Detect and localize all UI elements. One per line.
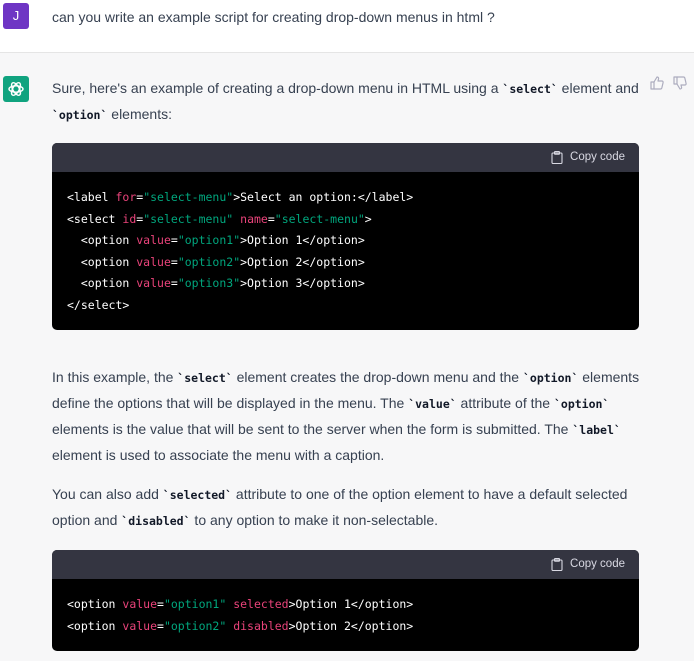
inline-code: `label` bbox=[572, 423, 621, 437]
thumbs-down-icon[interactable] bbox=[673, 76, 687, 95]
thumbs-up-icon[interactable] bbox=[650, 76, 664, 95]
code-block: Copy code <option value="option1" select… bbox=[52, 550, 639, 651]
code-line: <label for="select-menu">Select an optio… bbox=[67, 190, 414, 204]
text: element and bbox=[557, 80, 639, 96]
text: attribute of the bbox=[456, 395, 554, 411]
text: You can also add bbox=[52, 486, 163, 502]
text: elements: bbox=[107, 106, 172, 122]
code-block-header: Copy code bbox=[52, 143, 639, 172]
code-block: Copy code <label for="select-menu">Selec… bbox=[52, 143, 639, 330]
clipboard-icon bbox=[551, 557, 563, 571]
text: elements is the value that will be sent … bbox=[52, 421, 573, 437]
code-content: <label for="select-menu">Select an optio… bbox=[52, 172, 639, 316]
copy-code-label: Copy code bbox=[570, 558, 625, 570]
copy-code-button[interactable]: Copy code bbox=[551, 557, 625, 571]
inline-code: `value` bbox=[408, 397, 457, 411]
copy-code-label: Copy code bbox=[570, 151, 625, 163]
chatgpt-logo-icon bbox=[3, 76, 29, 102]
code-line: <option value="option1">Option 1</option… bbox=[67, 233, 365, 247]
explanation-paragraph: In this example, the `select` element cr… bbox=[52, 365, 640, 468]
inline-code: `selected` bbox=[162, 488, 233, 502]
attributes-paragraph: You can also add `selected` attribute to… bbox=[52, 482, 640, 534]
text: Sure, here's an example of creating a dr… bbox=[52, 80, 503, 96]
text: element creates the drop-down menu and t… bbox=[232, 369, 523, 385]
inline-code: `select` bbox=[502, 82, 558, 96]
code-line: <option value="option3">Option 3</option… bbox=[67, 276, 365, 290]
user-avatar: J bbox=[3, 3, 29, 29]
code-block-header: Copy code bbox=[52, 550, 639, 579]
inline-code: `option` bbox=[52, 108, 108, 122]
code-line: <option value="option1" selected>Option … bbox=[67, 597, 414, 611]
code-line: </select> bbox=[67, 297, 130, 312]
text: to any option to make it non-selectable. bbox=[190, 512, 439, 528]
user-message-row: J can you write an example script for cr… bbox=[0, 0, 694, 53]
text: In this example, the bbox=[52, 369, 178, 385]
code-content: <option value="option1" selected>Option … bbox=[52, 579, 639, 637]
user-message-text: can you write an example script for crea… bbox=[52, 9, 495, 25]
code-line: <option value="option2" disabled>Option … bbox=[67, 618, 414, 633]
inline-code: `option` bbox=[553, 397, 610, 411]
code-line: <select id="select-menu" name="select-me… bbox=[67, 211, 372, 226]
inline-code: `option` bbox=[522, 371, 579, 385]
code-line: <option value="option2">Option 2</option… bbox=[67, 254, 365, 269]
assistant-message-row: Sure, here's an example of creating a dr… bbox=[0, 53, 694, 661]
inline-code: `disabled` bbox=[121, 514, 191, 528]
clipboard-icon bbox=[551, 150, 563, 164]
inline-code: `select` bbox=[177, 371, 233, 385]
copy-code-button[interactable]: Copy code bbox=[551, 150, 625, 164]
intro-paragraph: Sure, here's an example of creating a dr… bbox=[52, 76, 640, 128]
text: element is used to associate the menu wi… bbox=[52, 447, 385, 463]
